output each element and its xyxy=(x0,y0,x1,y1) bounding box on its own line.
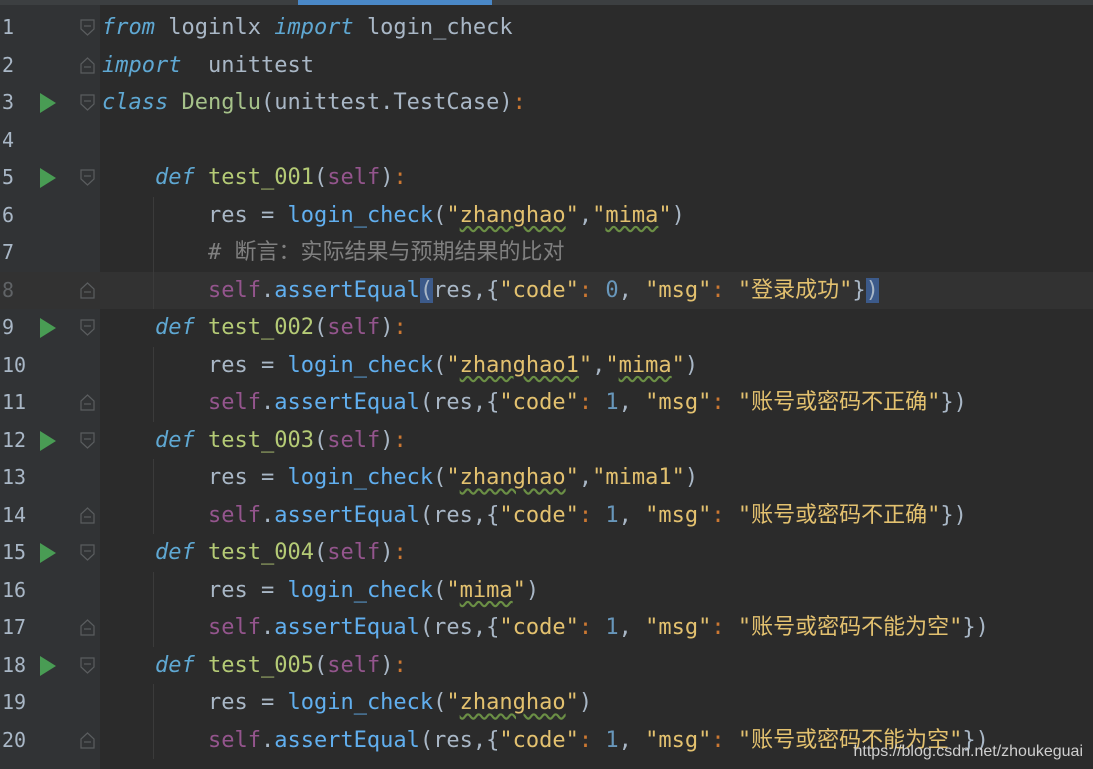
run-icon[interactable] xyxy=(40,168,56,188)
line-number: 9 xyxy=(2,315,15,339)
line-number: 2 xyxy=(2,52,15,77)
code-text: self.assertEqual(res,{"code": 1, "msg": … xyxy=(207,502,967,528)
line-number: 16 xyxy=(2,577,27,602)
fold-end-icon[interactable] xyxy=(80,281,95,299)
code-text: self.assertEqual(res,{"code": 1, "msg": … xyxy=(207,615,989,640)
code-text: def test_003(self): xyxy=(154,427,407,453)
run-icon[interactable] xyxy=(40,543,56,563)
code-text: import unittest xyxy=(102,52,314,78)
fold-end-icon[interactable] xyxy=(80,56,95,74)
line-number: 17 xyxy=(2,615,27,639)
code-text: def test_004(self): xyxy=(154,540,407,565)
code-editor[interactable]: 1 from loginlx import login_check 2 impo… xyxy=(0,9,1093,759)
code-line[interactable]: 9 def test_002(self): xyxy=(0,309,1093,347)
code-text: res = login_check("mima") xyxy=(207,577,540,603)
code-text: res = login_check("zhanghao") xyxy=(207,690,593,715)
fold-marker-icon[interactable] xyxy=(80,656,95,674)
fold-marker-icon[interactable] xyxy=(80,319,95,336)
watermark: https://blog.csdn.net/zhoukeguai xyxy=(853,743,1084,760)
line-number: 18 xyxy=(2,652,27,677)
code-line[interactable]: 16 res = login_check("mima") xyxy=(0,571,1093,609)
line-number: 11 xyxy=(2,390,27,414)
line-number: 4 xyxy=(2,127,15,152)
code-line[interactable]: 13 res = login_check("zhanghao","mima1") xyxy=(0,459,1093,497)
line-number: 5 xyxy=(2,165,15,189)
line-number: 1 xyxy=(2,15,15,39)
code-text: res = login_check("zhanghao","mima1") xyxy=(207,465,699,490)
code-line[interactable]: 18 def test_005(self): xyxy=(0,647,1093,685)
line-number: 19 xyxy=(2,690,27,714)
line-number: 15 xyxy=(2,540,27,564)
code-text: from loginlx import login_check xyxy=(102,15,513,40)
code-line[interactable]: 14 self.assertEqual(res,{"code": 1, "msg… xyxy=(0,496,1093,534)
fold-marker-icon[interactable] xyxy=(80,94,95,111)
run-icon[interactable] xyxy=(40,93,56,113)
line-number: 10 xyxy=(2,352,27,377)
line-number: 20 xyxy=(2,727,27,752)
fold-marker-icon[interactable] xyxy=(80,544,95,561)
line-number: 7 xyxy=(2,240,15,264)
line-number: 6 xyxy=(2,202,15,227)
code-text: res = login_check("zhanghao1","mima") xyxy=(207,352,699,378)
code-line[interactable]: 6 res = login_check("zhanghao","mima") xyxy=(0,196,1093,234)
code-line[interactable]: 19 res = login_check("zhanghao") xyxy=(0,684,1093,722)
code-line[interactable]: 7 # 断言：实际结果与预期结果的比对 xyxy=(0,234,1093,272)
code-line[interactable]: 4 xyxy=(0,122,1093,160)
code-text: self.assertEqual(res,{"code": 1, "msg": … xyxy=(207,390,967,415)
line-number: 14 xyxy=(2,502,27,527)
comment: # 断言：实际结果与预期结果的比对 xyxy=(207,240,565,265)
code-text: def test_002(self): xyxy=(154,315,407,340)
code-line[interactable]: 1 from loginlx import login_check xyxy=(0,9,1093,47)
code-line[interactable]: 2 import unittest xyxy=(0,47,1093,85)
run-icon[interactable] xyxy=(40,430,56,451)
code-text: def test_001(self): xyxy=(154,165,407,190)
line-number: 3 xyxy=(2,90,15,114)
fold-end-icon[interactable] xyxy=(80,506,95,524)
code-line[interactable]: 12 def test_003(self): xyxy=(0,422,1093,460)
code-line[interactable]: 15 def test_004(self): xyxy=(0,534,1093,572)
line-number: 12 xyxy=(2,427,27,452)
code-line[interactable]: 3 class Denglu(unittest.TestCase): xyxy=(0,84,1093,122)
fold-marker-icon[interactable] xyxy=(80,431,95,449)
run-icon[interactable] xyxy=(40,318,56,338)
code-text: class Denglu(unittest.TestCase): xyxy=(102,90,526,115)
code-line[interactable]: 5 def test_001(self): xyxy=(0,159,1093,197)
code-text: def test_005(self): xyxy=(154,652,407,678)
active-tab-indicator[interactable] xyxy=(298,0,492,5)
code-line[interactable]: 17 self.assertEqual(res,{"code": 1, "msg… xyxy=(0,609,1093,647)
line-number: 8 xyxy=(2,277,15,302)
fold-marker-icon[interactable] xyxy=(80,169,95,186)
code-text: # 断言：实际结果与预期结果的比对 xyxy=(102,234,565,272)
code-line[interactable]: 10 res = login_check("zhanghao1","mima") xyxy=(0,346,1093,384)
code-line-current[interactable]: 8 self.assertEqual(res,{"code": 0, "msg"… xyxy=(0,271,1093,309)
fold-marker-icon[interactable] xyxy=(80,19,95,36)
code-line[interactable]: 11 self.assertEqual(res,{"code": 1, "msg… xyxy=(0,384,1093,422)
editor-tab-bar xyxy=(0,0,1093,5)
code-text: res = login_check("zhanghao","mima") xyxy=(207,202,685,228)
code-text: self.assertEqual(res,{"code": 0, "msg": … xyxy=(207,277,879,303)
fold-end-icon[interactable] xyxy=(80,731,95,749)
run-icon[interactable] xyxy=(40,655,56,676)
fold-end-icon[interactable] xyxy=(80,394,95,411)
line-number: 13 xyxy=(2,465,27,489)
fold-end-icon[interactable] xyxy=(80,619,95,636)
